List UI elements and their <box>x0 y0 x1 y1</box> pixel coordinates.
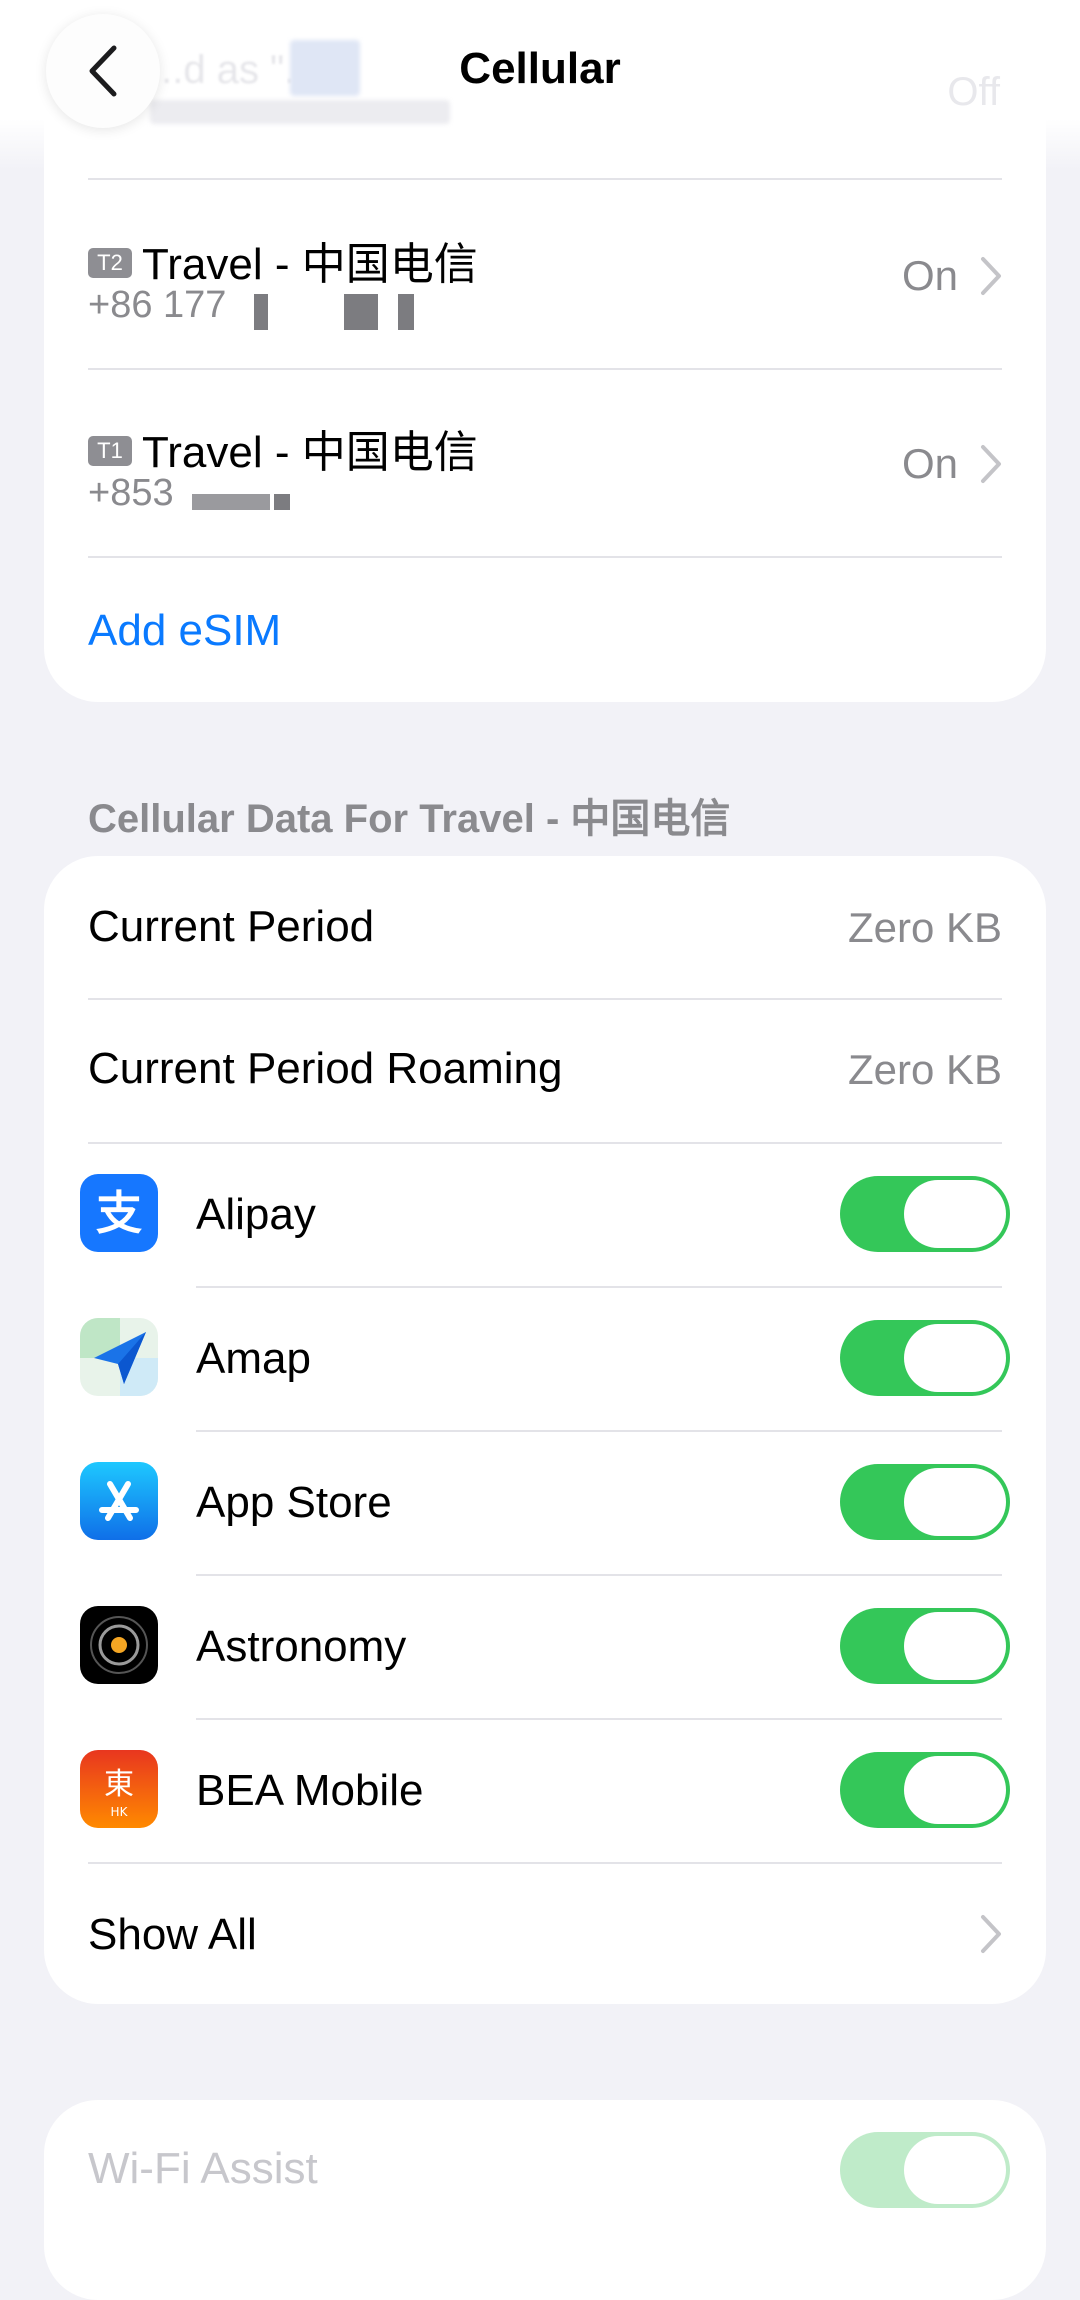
current-period-roaming-row: Current Period Roaming Zero KB <box>44 1000 1046 1142</box>
alipay-icon: 支 <box>80 1174 158 1252</box>
current-period-row: Current Period Zero KB <box>44 856 1046 998</box>
app-name: App Store <box>196 1478 392 1527</box>
alipay-toggle[interactable] <box>840 1176 1010 1252</box>
current-period-roaming-label: Current Period Roaming <box>88 1044 563 1093</box>
redacted-block <box>150 100 450 124</box>
app-row-astronomy: Astronomy <box>44 1576 1046 1718</box>
sim-name: T2 Travel - 中国电信 <box>88 228 478 292</box>
cellular-data-card: Current Period Zero KB Current Period Ro… <box>44 856 1046 2004</box>
chevron-right-icon <box>980 1914 1002 1959</box>
app-row-amap: Amap <box>44 1288 1046 1430</box>
cellular-data-section-header: Cellular Data For Travel - 中国电信 <box>88 797 731 841</box>
app-row-alipay: 支 Alipay <box>44 1144 1046 1286</box>
show-all-row[interactable]: Show All <box>44 1864 1046 2004</box>
astronomy-toggle[interactable] <box>840 1608 1010 1684</box>
app-name: BEA Mobile <box>196 1766 424 1815</box>
sim-row-t2[interactable]: T2 Travel - 中国电信 +86 177 On <box>44 180 1046 368</box>
wifi-assist-card: Wi-Fi Assist <box>44 2100 1046 2300</box>
svg-text:東: 東 <box>104 1767 134 1802</box>
current-period-label: Current Period <box>88 902 375 951</box>
sim-badge: T1 <box>88 436 132 467</box>
sim-status-value: On <box>901 440 958 487</box>
app-name: Alipay <box>196 1190 316 1239</box>
redacted-block <box>344 294 378 330</box>
redacted-block <box>192 494 270 510</box>
astronomy-icon <box>80 1606 158 1684</box>
wifi-assist-row: Wi-Fi Assist <box>44 2100 1046 2242</box>
app-name: Astronomy <box>196 1622 407 1671</box>
redacted-block <box>398 294 414 330</box>
app-row-bea-mobile: 東 HK BEA Mobile <box>44 1720 1046 1862</box>
redacted-block <box>254 294 268 330</box>
sim-number: +853 <box>88 472 174 514</box>
app-row-app-store: App Store <box>44 1432 1046 1574</box>
current-period-roaming-value: Zero KB <box>847 1046 1002 1093</box>
bea-mobile-toggle[interactable] <box>840 1752 1010 1828</box>
sim-number: +86 177 <box>88 284 227 326</box>
sim-row-t1[interactable]: T1 Travel - 中国电信 +853 On <box>44 370 1046 558</box>
svg-text:支: 支 <box>96 1186 142 1240</box>
svg-text:HK: HK <box>111 1805 129 1819</box>
amap-icon <box>80 1318 158 1396</box>
add-esim-link[interactable]: Add eSIM <box>88 606 281 656</box>
bea-mobile-icon: 東 HK <box>80 1750 158 1828</box>
page-title: Cellular <box>459 44 621 93</box>
app-name: Amap <box>196 1334 311 1383</box>
redacted-block <box>274 494 290 510</box>
wifi-assist-label: Wi-Fi Assist <box>88 2144 318 2193</box>
amap-toggle[interactable] <box>840 1320 1010 1396</box>
separator <box>88 556 1002 558</box>
current-period-value: Zero KB <box>847 904 1002 951</box>
app-store-toggle[interactable] <box>840 1464 1010 1540</box>
chevron-right-icon <box>980 256 1002 301</box>
wifi-assist-toggle[interactable] <box>840 2132 1010 2208</box>
sim-badge: T2 <box>88 248 132 279</box>
sim-name: T1 Travel - 中国电信 <box>88 416 478 480</box>
show-all-label: Show All <box>88 1910 257 1959</box>
sim-status-value: On <box>901 252 958 299</box>
chevron-right-icon <box>980 444 1002 489</box>
app-store-icon <box>80 1462 158 1540</box>
